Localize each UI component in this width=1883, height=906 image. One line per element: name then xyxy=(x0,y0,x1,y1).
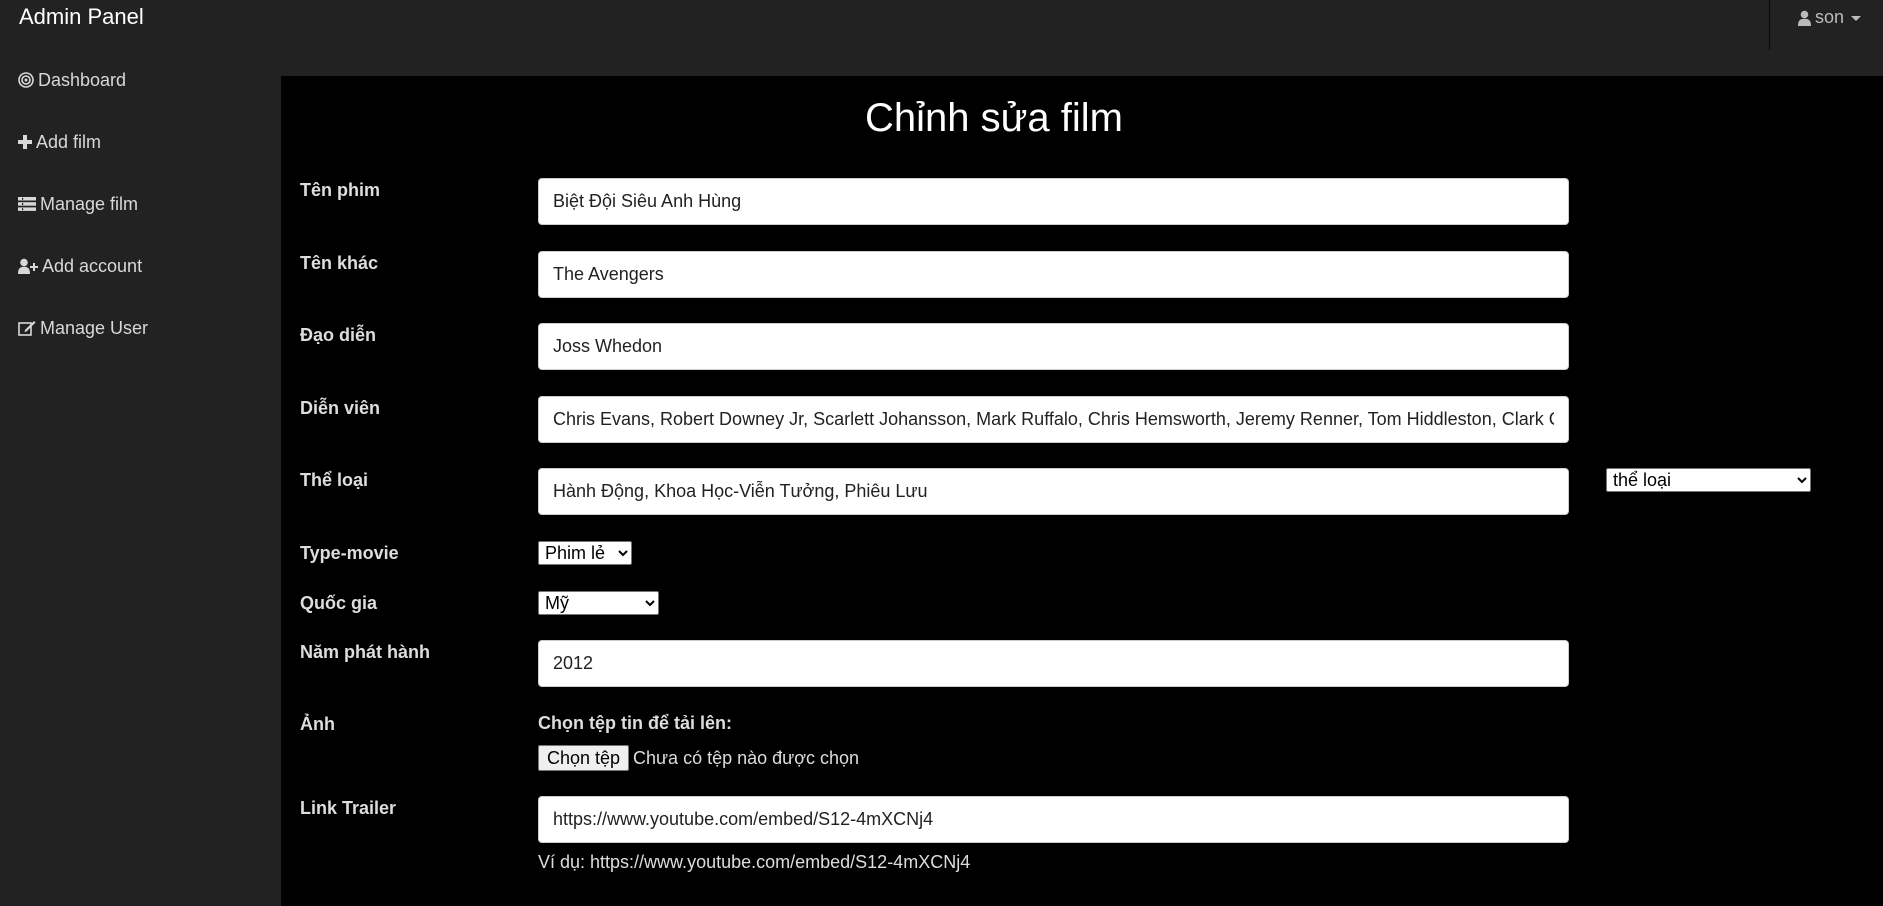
sidebar-item-label: Add account xyxy=(42,255,143,276)
choose-file-button[interactable]: Chọn tệp xyxy=(538,745,630,771)
year-label: Năm phát hành xyxy=(300,642,431,662)
trailer-hint: Ví dụ: https://www.youtube.com/embed/S12… xyxy=(538,852,971,872)
type-movie-label: Type-movie xyxy=(300,543,399,563)
country-label: Quốc gia xyxy=(300,593,378,613)
sidebar-item-manage-user[interactable]: Manage User xyxy=(18,315,148,341)
sidebar-item-label: Dashboard xyxy=(38,69,127,90)
name-field[interactable] xyxy=(538,178,1569,225)
name-label: Tên phim xyxy=(300,180,380,200)
sidebar-item-add-account[interactable]: Add account xyxy=(18,253,142,279)
trailer-field[interactable] xyxy=(538,796,1569,843)
genre-label: Thể loại xyxy=(300,470,369,490)
file-upload-title: Chọn tệp tin để tải lên: xyxy=(538,713,732,733)
edit-icon xyxy=(18,320,36,336)
sidebar-item-label: Manage film xyxy=(40,193,139,214)
sidebar-item-dashboard[interactable]: Dashboard xyxy=(18,67,126,93)
genre-field[interactable] xyxy=(538,468,1569,515)
alt-name-field[interactable] xyxy=(538,251,1569,298)
type-movie-select[interactable]: Phim lẻ xyxy=(538,541,632,565)
user-plus-icon xyxy=(18,258,38,274)
top-navbar: Admin Panel son xyxy=(0,0,1883,76)
image-label: Ảnh xyxy=(300,714,335,734)
genre-select[interactable]: thể loại xyxy=(1606,468,1811,492)
director-label: Đạo diễn xyxy=(300,325,377,345)
sidebar-item-label: Manage User xyxy=(40,317,149,338)
sidebar-item-add-film[interactable]: Add film xyxy=(18,129,101,155)
page-title: Chỉnh sửa film xyxy=(865,96,1123,140)
plus-icon xyxy=(18,135,32,149)
director-field[interactable] xyxy=(538,323,1569,370)
country-select[interactable]: Mỹ xyxy=(538,591,659,615)
dashboard-icon xyxy=(18,72,34,88)
trailer-label: Link Trailer xyxy=(300,798,397,818)
navbar-divider xyxy=(1769,0,1770,50)
chevron-down-icon xyxy=(1851,16,1862,21)
list-icon xyxy=(18,197,36,211)
file-status-text: Chưa có tệp nào được chọn xyxy=(633,748,860,768)
user-icon xyxy=(1798,10,1811,26)
sidebar-item-label: Add film xyxy=(36,131,102,152)
sidebar-item-manage-film[interactable]: Manage film xyxy=(18,191,138,217)
year-field[interactable] xyxy=(538,640,1569,687)
main-content: Chỉnh sửa film Tên phim Tên khác Đạo diễ… xyxy=(281,76,1883,906)
actors-label: Diễn viên xyxy=(300,398,381,418)
actors-field[interactable] xyxy=(538,396,1569,443)
user-name: son xyxy=(1815,7,1845,27)
alt-name-label: Tên khác xyxy=(300,253,379,273)
user-menu-toggle[interactable]: son xyxy=(1798,7,1862,28)
brand-link[interactable]: Admin Panel xyxy=(19,4,144,30)
